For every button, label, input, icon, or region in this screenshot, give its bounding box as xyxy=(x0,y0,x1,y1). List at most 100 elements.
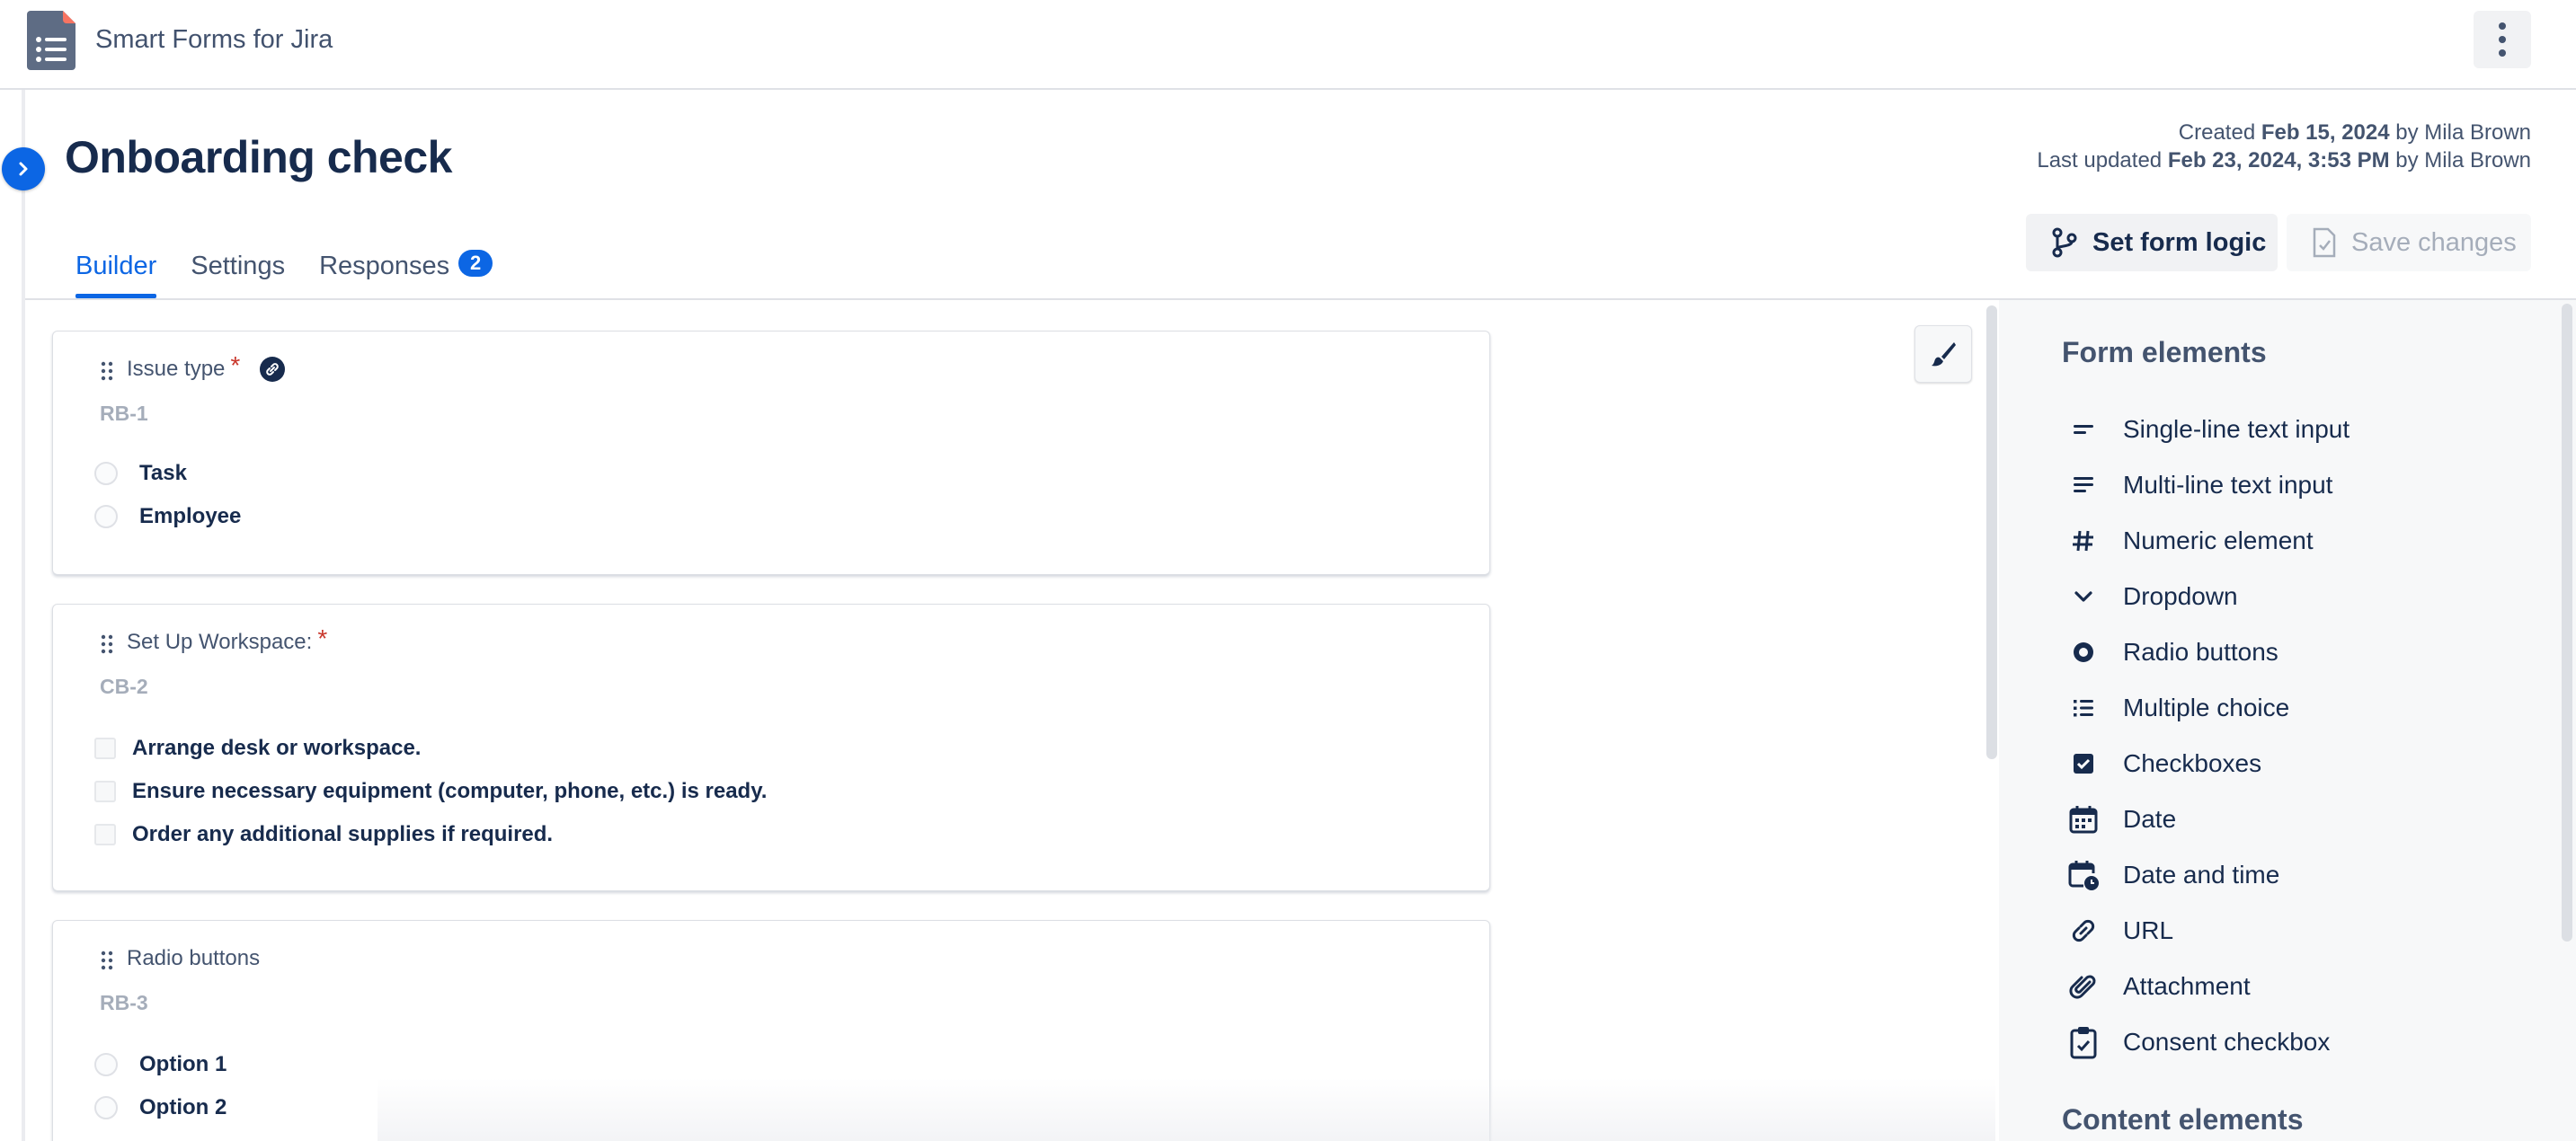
checkbox-option[interactable]: Arrange desk or workspace. xyxy=(94,736,421,761)
short-text-icon xyxy=(2067,413,2100,446)
hash-icon xyxy=(2067,525,2100,557)
element-date-and-time[interactable]: Date and time xyxy=(2067,857,2279,893)
checkbox[interactable] xyxy=(94,738,116,759)
checkbox-icon xyxy=(2067,747,2100,780)
field-title: Set Up Workspace: * xyxy=(127,624,327,655)
form-document-icon xyxy=(27,11,76,70)
element-label: Multiple choice xyxy=(2123,694,2290,721)
set-form-logic-label: Set form logic xyxy=(2092,227,2267,257)
checkbox[interactable] xyxy=(94,824,116,845)
element-label: Radio buttons xyxy=(2123,638,2278,666)
element-label: Attachment xyxy=(2123,972,2251,1000)
option-label: Order any additional supplies if require… xyxy=(132,822,554,846)
element-date[interactable]: Date xyxy=(2067,801,2176,837)
more-vertical-icon xyxy=(2499,22,2506,57)
radio-circle[interactable] xyxy=(94,505,118,528)
form-field-card[interactable]: Radio buttons RB-3 Option 1 Option 2 xyxy=(52,920,1490,1141)
option-label: Ensure necessary equipment (computer, ph… xyxy=(132,779,768,803)
tab-label: Builder xyxy=(76,252,157,280)
element-attachment[interactable]: Attachment xyxy=(2067,969,2251,1004)
required-marker: * xyxy=(317,624,328,652)
top-bar: Smart Forms for Jira xyxy=(0,0,2576,90)
page-title: Onboarding check xyxy=(65,132,452,182)
required-marker: * xyxy=(230,351,241,379)
set-form-logic-button[interactable]: Set form logic xyxy=(2026,214,2278,271)
save-changes-label: Save changes xyxy=(2351,227,2517,257)
content-elements-heading: Content elements xyxy=(2062,1103,2304,1136)
elements-panel: Form elements Single-line text input Mul… xyxy=(1999,300,2576,1141)
list-icon xyxy=(2067,692,2100,724)
radio-option[interactable]: Task xyxy=(94,461,187,486)
style-button[interactable] xyxy=(1914,325,1972,383)
element-checkboxes[interactable]: Checkboxes xyxy=(2067,746,2261,782)
element-label: Dropdown xyxy=(2123,582,2238,610)
radio-option[interactable]: Option 1 xyxy=(94,1052,227,1077)
element-label: URL xyxy=(2123,916,2174,944)
option-label: Task xyxy=(139,461,187,485)
radio-option[interactable]: Option 2 xyxy=(94,1095,227,1120)
tab-label: Responses xyxy=(319,252,450,280)
element-label: Checkboxes xyxy=(2123,749,2262,777)
responses-count-badge: 2 xyxy=(458,250,493,277)
field-id: RB-3 xyxy=(100,991,148,1014)
tab-label: Settings xyxy=(191,252,286,280)
checkbox-option[interactable]: Ensure necessary equipment (computer, ph… xyxy=(94,779,767,804)
chevron-down-icon xyxy=(2067,580,2100,613)
element-label: Date and time xyxy=(2123,861,2280,889)
tab-settings[interactable]: Settings xyxy=(191,252,285,298)
updated-date: Feb 23, 2024, 3:53 PM xyxy=(2167,148,2390,172)
element-radio-buttons[interactable]: Radio buttons xyxy=(2067,634,2278,670)
field-label: Radio buttons xyxy=(127,946,261,970)
element-consent-checkbox[interactable]: Consent checkbox xyxy=(2067,1024,2330,1060)
panel-scrollbar[interactable] xyxy=(2562,304,2572,942)
radio-circle[interactable] xyxy=(94,462,118,485)
expand-sidebar-button[interactable] xyxy=(2,147,45,190)
element-label: Multi-line text input xyxy=(2123,471,2333,499)
drag-handle-icon[interactable] xyxy=(100,360,114,382)
calendar-icon xyxy=(2067,803,2100,836)
link-icon xyxy=(2067,915,2100,947)
radio-option[interactable]: Employee xyxy=(94,504,241,529)
element-single-line-text[interactable]: Single-line text input xyxy=(2067,411,2349,447)
form-metadata: Created Feb 15, 2024 by Mila Brown Last … xyxy=(2037,119,2531,174)
radio-icon xyxy=(2067,636,2100,668)
paperclip-icon xyxy=(2067,970,2100,1003)
branch-icon xyxy=(2052,227,2077,258)
chevron-right-icon xyxy=(19,162,28,176)
radio-circle[interactable] xyxy=(94,1096,118,1119)
created-by: by Mila Brown xyxy=(2389,120,2531,145)
drag-handle-icon[interactable] xyxy=(100,950,114,971)
tab-bar: Builder Settings Responses 2 xyxy=(76,250,493,298)
option-label: Option 2 xyxy=(139,1095,227,1119)
checkbox-option[interactable]: Order any additional supplies if require… xyxy=(94,822,553,847)
element-dropdown[interactable]: Dropdown xyxy=(2067,579,2238,615)
element-multiple-choice[interactable]: Multiple choice xyxy=(2067,690,2289,726)
tab-builder[interactable]: Builder xyxy=(76,252,157,298)
element-numeric[interactable]: Numeric element xyxy=(2067,523,2314,559)
radio-circle[interactable] xyxy=(94,1053,118,1076)
drag-handle-icon[interactable] xyxy=(100,633,114,655)
element-multi-line-text[interactable]: Multi-line text input xyxy=(2067,467,2332,503)
option-label: Option 1 xyxy=(139,1052,227,1076)
form-field-card[interactable]: Set Up Workspace: * CB-2 Arrange desk or… xyxy=(52,604,1490,891)
file-check-icon xyxy=(2313,227,2336,258)
field-id: CB-2 xyxy=(100,675,148,698)
tab-responses[interactable]: Responses 2 xyxy=(319,250,493,298)
field-title: Radio buttons xyxy=(127,946,260,971)
more-actions-button[interactable] xyxy=(2474,11,2531,68)
updated-prefix: Last updated xyxy=(2037,148,2168,172)
paintbrush-icon xyxy=(1932,342,1956,367)
builder-scrollbar[interactable] xyxy=(1986,305,1997,759)
form-field-card[interactable]: Issue type * RB-1 Task Employee xyxy=(52,331,1490,575)
option-label: Arrange desk or workspace. xyxy=(132,736,422,760)
element-url[interactable]: URL xyxy=(2067,913,2173,949)
created-line: Created Feb 15, 2024 by Mila Brown xyxy=(2037,119,2531,146)
field-label: Set Up Workspace: xyxy=(127,630,313,654)
save-changes-button[interactable]: Save changes xyxy=(2287,214,2531,271)
checkbox[interactable] xyxy=(94,781,116,802)
calendar-clock-icon xyxy=(2067,859,2100,891)
element-label: Numeric element xyxy=(2123,526,2314,554)
app-name: Smart Forms for Jira xyxy=(95,25,333,54)
updated-by: by Mila Brown xyxy=(2389,148,2531,172)
form-elements-heading: Form elements xyxy=(2062,336,2267,368)
